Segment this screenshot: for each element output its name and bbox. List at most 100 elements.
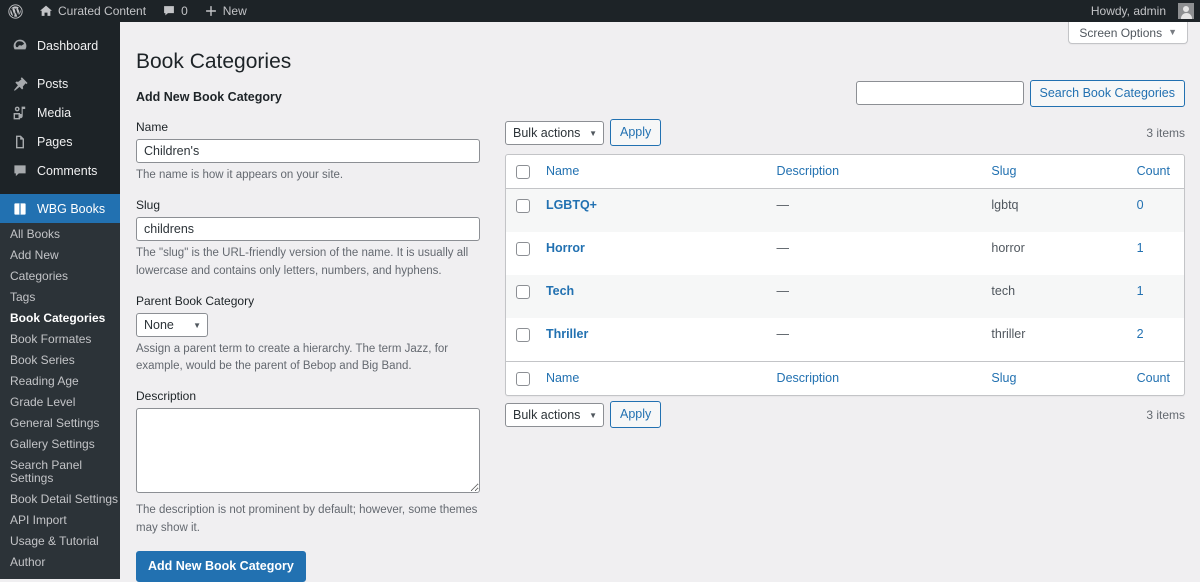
row-title-link[interactable]: Thriller: [546, 327, 588, 341]
description-help-text: The description is not prominent by defa…: [136, 504, 478, 534]
submenu-item-search-panel-settings[interactable]: Search Panel Settings: [0, 455, 120, 489]
sidebar-item-media[interactable]: Media: [0, 98, 120, 127]
submenu-item-general-settings[interactable]: General Settings: [0, 413, 120, 434]
row-count-link[interactable]: 1: [1137, 284, 1144, 298]
sidebar-item-label: WBG Books: [37, 201, 106, 216]
bulk-actions-select-bottom[interactable]: Bulk actions: [505, 402, 604, 427]
submenu-item-usage-tutorial[interactable]: Usage & Tutorial: [0, 531, 120, 552]
row-description-cell: —: [776, 240, 790, 255]
name-input[interactable]: [136, 139, 480, 163]
row-select-cell: [506, 189, 536, 232]
wordpress-logo-menu[interactable]: [0, 0, 31, 22]
select-all-checkbox-top[interactable]: [516, 164, 530, 179]
row-title-link[interactable]: Tech: [546, 284, 574, 298]
row-description-cell: —: [776, 197, 790, 212]
slug-field-wrap: Slug: [136, 198, 482, 242]
submenu-item-all-books[interactable]: All Books: [0, 224, 120, 245]
menu-separator-2: [0, 185, 120, 194]
row-count-link[interactable]: 1: [1137, 241, 1144, 255]
row-checkbox[interactable]: [516, 241, 530, 256]
submenu-item-author[interactable]: Author: [0, 552, 120, 573]
column-footer-count[interactable]: Count: [1126, 360, 1184, 395]
row-count-cell: 1: [1127, 275, 1184, 318]
submenu-item-book-series[interactable]: Book Series: [0, 350, 120, 371]
column-header-name[interactable]: Name: [535, 155, 767, 189]
page-title: Book Categories: [136, 50, 292, 74]
submenu-item-gallery-settings[interactable]: Gallery Settings: [0, 434, 120, 455]
wbg-books-submenu: All Books Add New Categories Tags Book C…: [0, 223, 120, 579]
bulk-actions-select-top[interactable]: Bulk actions: [505, 120, 604, 145]
sidebar-item-posts[interactable]: Posts: [0, 69, 120, 98]
sidebar-item-label: Pages: [37, 134, 73, 149]
row-name-cell: Thriller: [536, 318, 767, 361]
column-header-slug[interactable]: Slug: [981, 155, 1127, 189]
row-description-cell: —: [776, 326, 790, 341]
row-count-link[interactable]: 2: [1137, 327, 1144, 341]
user-avatar-icon: [1178, 3, 1194, 19]
parent-help-text: Assign a parent term to create a hierarc…: [136, 342, 449, 372]
parent-category-select[interactable]: None: [136, 312, 208, 337]
slug-input[interactable]: [136, 217, 480, 242]
comments-menu[interactable]: 0: [154, 0, 196, 22]
book-icon: [10, 201, 30, 217]
new-content-menu[interactable]: New: [196, 0, 255, 22]
sidebar-item-label: Posts: [37, 76, 69, 91]
submenu-item-tags[interactable]: Tags: [0, 287, 120, 308]
sidebar-item-wbg-books[interactable]: WBG Books: [0, 194, 128, 223]
sidebar-item-comments[interactable]: Comments: [0, 156, 120, 185]
column-footer-name[interactable]: Name: [535, 360, 767, 395]
name-help-text: The name is how it appears on your site.: [136, 169, 344, 181]
site-name-menu[interactable]: Curated Content: [31, 0, 154, 22]
search-book-categories-button[interactable]: Search Book Categories: [1029, 80, 1185, 107]
submenu-item-book-formates[interactable]: Book Formates: [0, 329, 120, 350]
tablenav-bottom: Bulk actions ▼ Apply 3 items: [505, 401, 1185, 429]
description-label: Description: [136, 389, 197, 404]
sidebar-item-pages[interactable]: Pages: [0, 127, 120, 156]
submenu-item-add-new[interactable]: Add New: [0, 245, 120, 266]
column-header-count[interactable]: Count: [1126, 155, 1184, 189]
submenu-item-categories[interactable]: Categories: [0, 266, 120, 287]
description-field-wrap: Description: [136, 389, 482, 498]
menu-top-gap: [0, 22, 120, 31]
sidebar-item-label: Media: [37, 105, 72, 120]
submenu-item-api-import[interactable]: API Import: [0, 510, 120, 531]
row-checkbox[interactable]: [516, 284, 530, 299]
sidebar-item-label: Comments: [37, 163, 98, 178]
row-title-link[interactable]: Horror: [546, 241, 585, 255]
table-row: Thriller — thriller 2: [506, 318, 1184, 361]
row-checkbox[interactable]: [516, 198, 530, 213]
column-header-description[interactable]: Description: [766, 155, 982, 189]
row-title-link[interactable]: LGBTQ+: [546, 198, 597, 212]
row-name-cell: Horror: [536, 232, 767, 275]
submenu-item-reading-age[interactable]: Reading Age: [0, 371, 120, 392]
submenu-item-book-categories[interactable]: Book Categories: [0, 308, 120, 329]
table-body: LGBTQ+ — lgbtq 0 Horror — horror 1 Tech …: [506, 188, 1184, 361]
description-textarea[interactable]: [136, 408, 480, 494]
slug-label: Slug: [136, 198, 161, 213]
apply-button-top[interactable]: Apply: [610, 119, 662, 147]
add-term-form: Add New Book Category Name The name is h…: [136, 90, 482, 582]
displaying-num-bottom: 3 items: [1146, 407, 1185, 422]
add-new-book-category-button[interactable]: Add New Book Category: [136, 550, 306, 582]
select-all-footer: [506, 360, 536, 395]
select-all-header: [506, 155, 536, 189]
submenu-item-grade-level[interactable]: Grade Level: [0, 392, 120, 413]
row-name-cell: LGBTQ+: [536, 189, 767, 232]
submenu-item-book-detail-settings[interactable]: Book Detail Settings: [0, 489, 120, 510]
sidebar-item-dashboard[interactable]: Dashboard: [0, 31, 120, 60]
media-icon: [10, 105, 30, 121]
row-checkbox[interactable]: [516, 327, 530, 342]
screen-options-button[interactable]: Screen Options ▼: [1068, 22, 1188, 44]
search-input[interactable]: [855, 81, 1024, 106]
row-count-link[interactable]: 0: [1137, 198, 1144, 212]
apply-button-bottom[interactable]: Apply: [610, 401, 662, 429]
row-select-cell: [506, 318, 536, 361]
pages-icon: [10, 134, 30, 150]
my-account-menu[interactable]: Howdy, admin: [1083, 0, 1194, 22]
table-footer-row: Name Description Slug Count: [506, 360, 1184, 395]
parent-field-wrap: Parent Book Category None ▼: [136, 294, 482, 337]
column-footer-slug[interactable]: Slug: [981, 360, 1127, 395]
select-all-checkbox-bottom[interactable]: [516, 371, 530, 386]
column-footer-description[interactable]: Description: [766, 360, 982, 395]
screen-options-label: Screen Options: [1079, 25, 1163, 40]
